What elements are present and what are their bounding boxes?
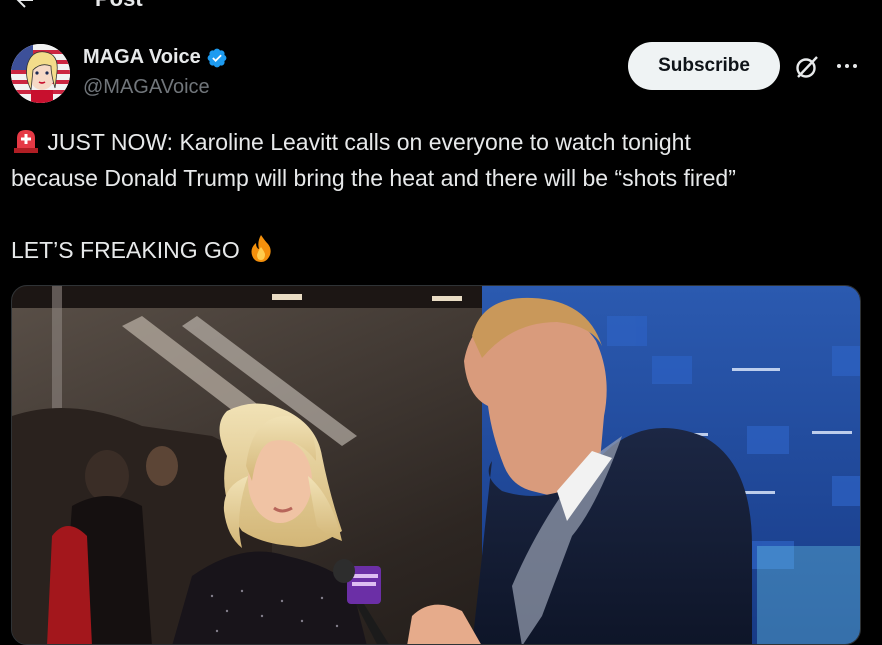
post-text-line3: LET’S FREAKING GO: [11, 237, 240, 263]
post-text-line: LET’S FREAKING GO: [11, 232, 871, 268]
subscribe-button[interactable]: Subscribe: [628, 42, 780, 90]
post-video[interactable]: [11, 285, 861, 645]
avatar[interactable]: [11, 44, 70, 103]
verified-badge-icon[interactable]: [206, 47, 228, 69]
display-name[interactable]: MAGA Voice: [83, 46, 201, 69]
more-horizontal-icon[interactable]: [834, 54, 860, 78]
author-handle[interactable]: @MAGAVoice: [83, 76, 210, 99]
page-title: Post: [95, 0, 143, 12]
post-text-line: JUST NOW: Karoline Leavitt calls on ever…: [11, 124, 871, 160]
arrow-left-icon[interactable]: [10, 0, 40, 12]
post-author-row: MAGA Voice @MAGAVoice Subscribe: [0, 36, 882, 108]
post-text-line2: because Donald Trump will bring the heat…: [11, 165, 736, 191]
post-text: JUST NOW: Karoline Leavitt calls on ever…: [11, 124, 871, 268]
fire-emoji: [251, 235, 271, 262]
rotating-light-emoji: [14, 130, 38, 153]
post-text-line1: JUST NOW: Karoline Leavitt calls on ever…: [47, 129, 691, 155]
page-header: Post: [0, 0, 882, 22]
display-name-row: MAGA Voice: [83, 46, 228, 69]
grok-icon[interactable]: [793, 53, 821, 81]
